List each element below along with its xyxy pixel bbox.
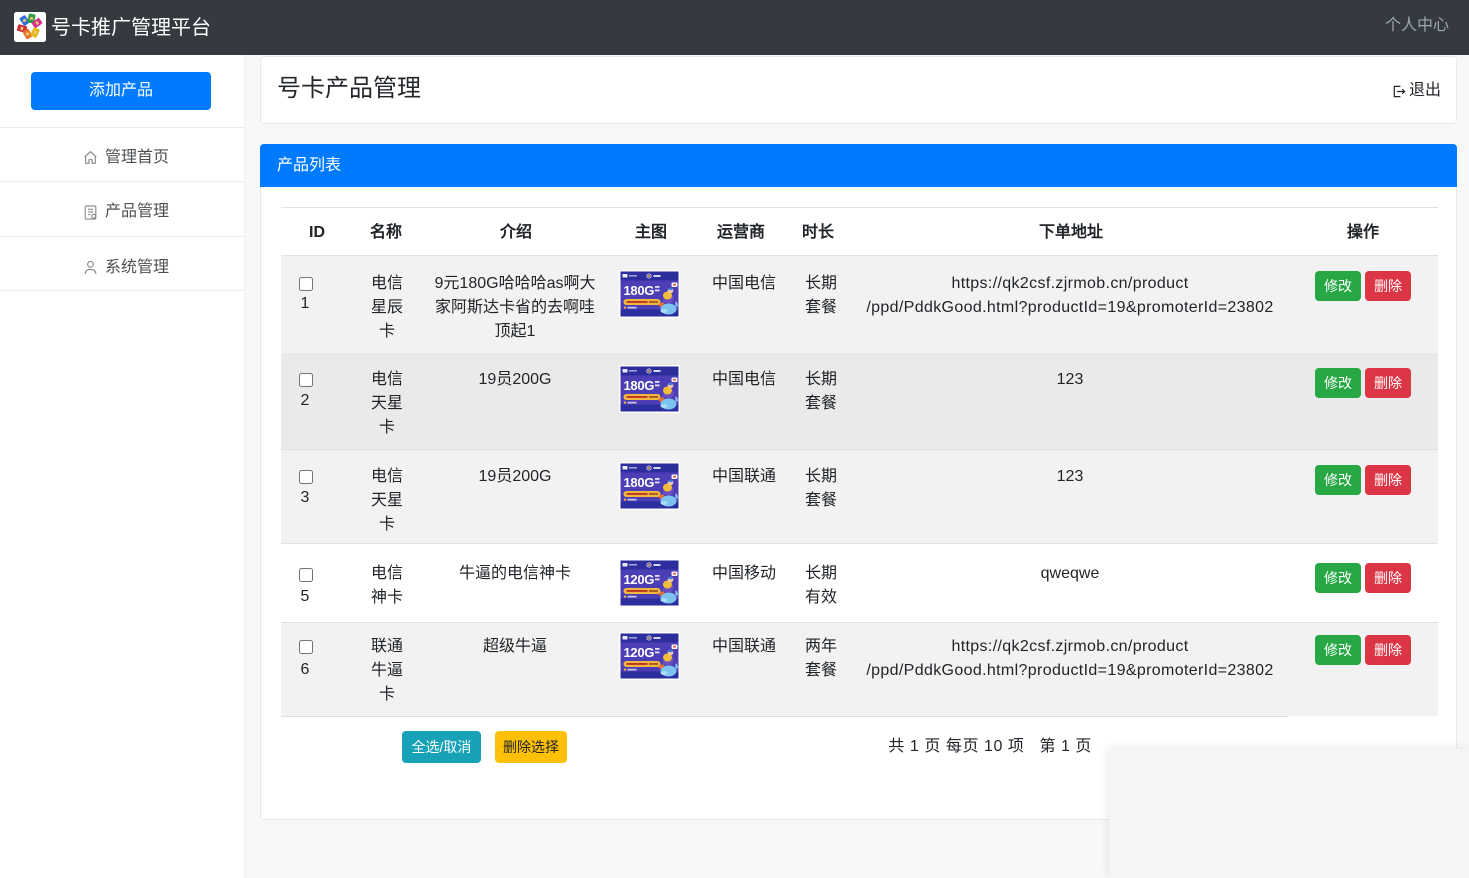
svg-text:180G: 180G	[624, 283, 655, 298]
svg-text:120G: 120G	[624, 645, 655, 660]
svg-text:120G: 120G	[624, 572, 655, 587]
svg-text:180G: 180G	[624, 475, 655, 490]
svg-text:180G: 180G	[624, 378, 655, 393]
